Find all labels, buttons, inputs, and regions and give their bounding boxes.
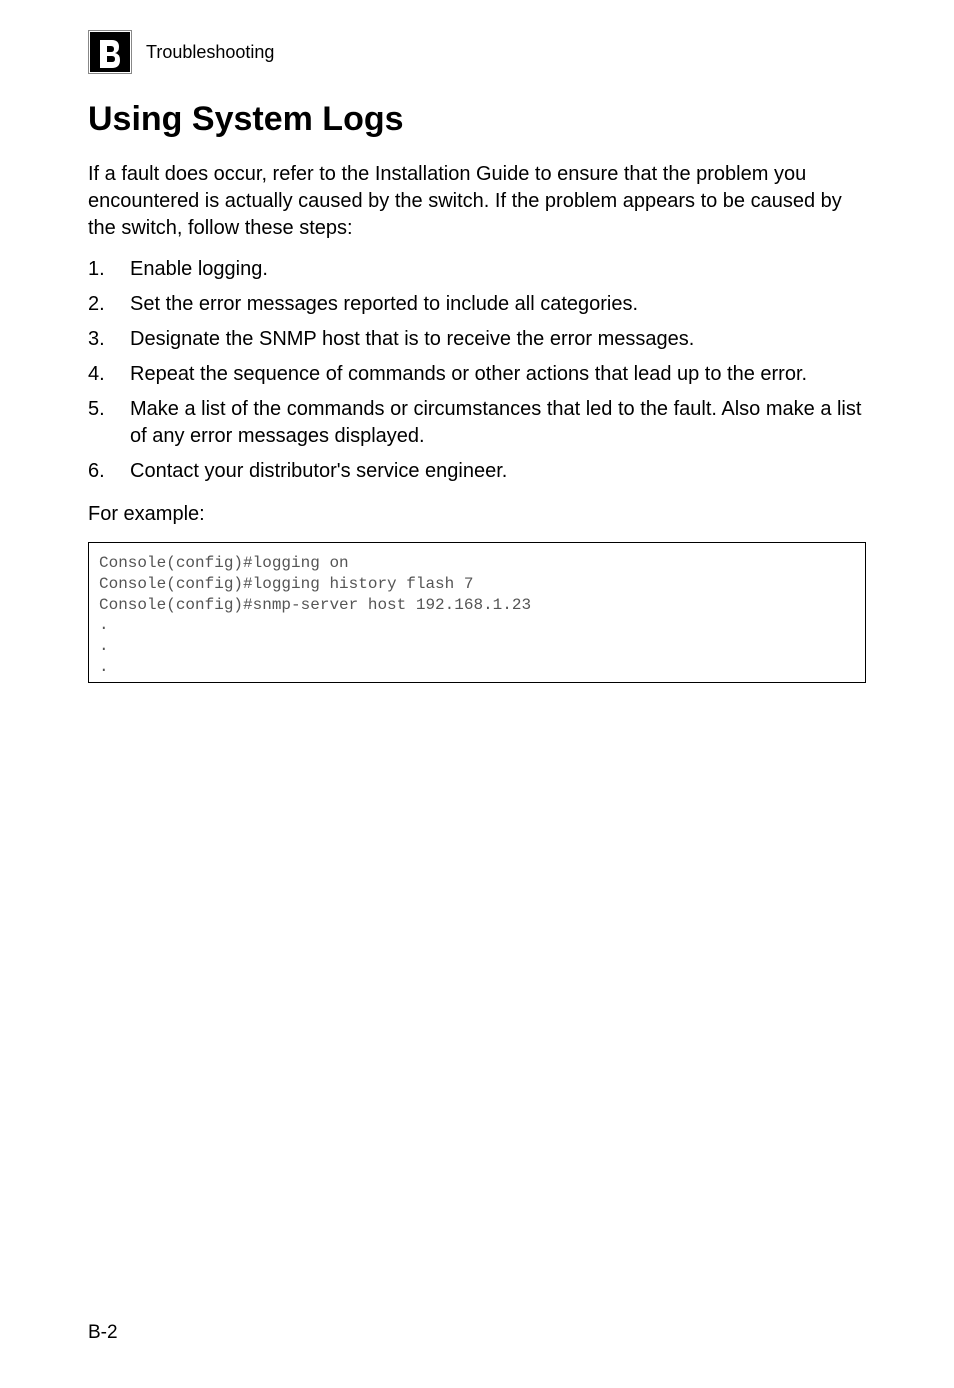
header-label: Troubleshooting: [146, 42, 274, 63]
list-item: Contact your distributor's service engin…: [88, 458, 866, 485]
steps-list: Enable logging. Set the error messages r…: [88, 256, 866, 485]
page-header: Troubleshooting: [88, 30, 866, 74]
section-title: Using System Logs: [88, 100, 866, 139]
code-block: Console(config)#logging on Console(confi…: [88, 542, 866, 683]
list-item: Designate the SNMP host that is to recei…: [88, 326, 866, 353]
page: Troubleshooting Using System Logs If a f…: [0, 0, 954, 1388]
intro-paragraph: If a fault does occur, refer to the Inst…: [88, 161, 866, 242]
list-item: Enable logging.: [88, 256, 866, 283]
list-item: Set the error messages reported to inclu…: [88, 291, 866, 318]
example-lead: For example:: [88, 503, 866, 526]
appendix-badge: [88, 30, 132, 74]
page-number: B-2: [88, 1322, 118, 1344]
list-item: Make a list of the commands or circumsta…: [88, 396, 866, 450]
appendix-b-icon: [90, 32, 130, 72]
list-item: Repeat the sequence of commands or other…: [88, 361, 866, 388]
